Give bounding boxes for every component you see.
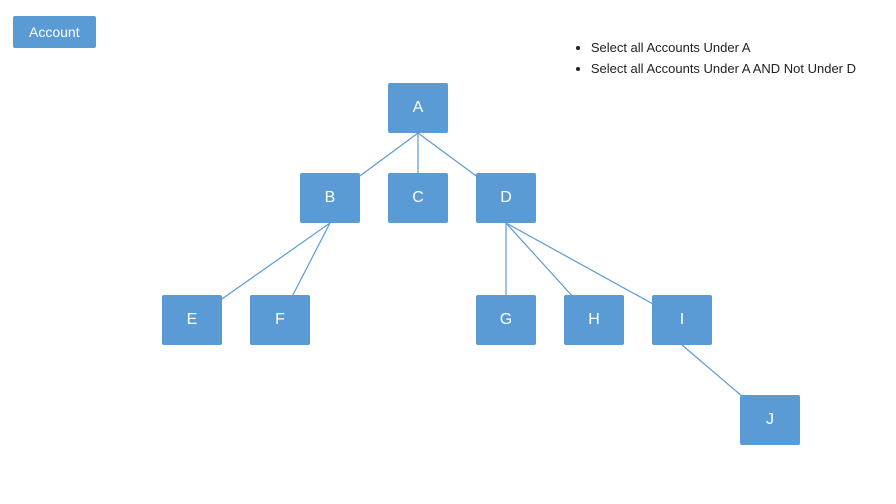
node-i[interactable]: I <box>652 295 712 345</box>
instruction-item-2: Select all Accounts Under A AND Not Unde… <box>591 59 856 80</box>
node-c[interactable]: C <box>388 173 448 223</box>
node-a[interactable]: A <box>388 83 448 133</box>
node-e[interactable]: E <box>162 295 222 345</box>
node-f[interactable]: F <box>250 295 310 345</box>
instructions-panel: Select all Accounts Under A Select all A… <box>573 38 856 80</box>
node-j[interactable]: J <box>740 395 800 445</box>
node-d[interactable]: D <box>476 173 536 223</box>
node-h[interactable]: H <box>564 295 624 345</box>
account-badge: Account <box>13 16 96 48</box>
node-b[interactable]: B <box>300 173 360 223</box>
instruction-item-1: Select all Accounts Under A <box>591 38 856 59</box>
node-g[interactable]: G <box>476 295 536 345</box>
